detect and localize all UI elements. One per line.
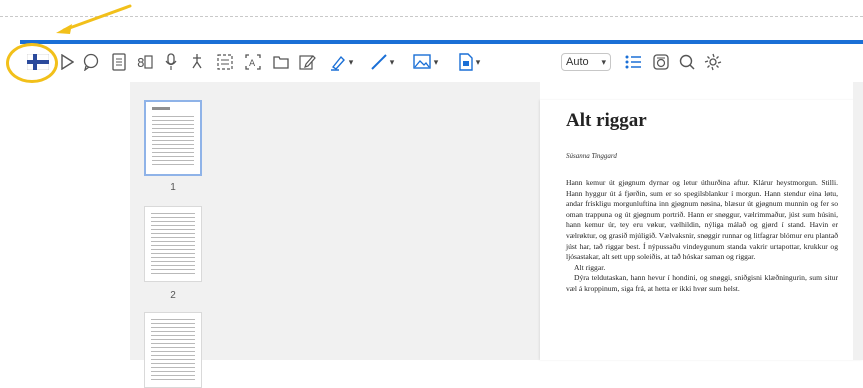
flag-icon[interactable]	[26, 51, 50, 73]
document-title: Alt riggar	[566, 110, 647, 131]
paragraph: Dýra teldutaskan, hann hevur í hondini, …	[566, 273, 838, 293]
screen-reader-icon[interactable]	[214, 51, 236, 73]
speech-bubble-icon[interactable]	[80, 51, 102, 73]
settings-icon[interactable]	[702, 51, 724, 73]
thumbnail-page-number: 1	[170, 182, 176, 193]
annotation-arrow	[56, 4, 132, 34]
page-thumbnail[interactable]	[144, 100, 202, 176]
document-author: Súsanna Tinggard	[566, 152, 617, 160]
translate-icon[interactable]: A	[242, 51, 264, 73]
page-thumbnail[interactable]	[144, 206, 202, 282]
dictionary-icon[interactable]	[108, 51, 130, 73]
list-icon[interactable]	[622, 51, 644, 73]
zoom-value: Auto	[566, 56, 589, 68]
highlighter-icon[interactable]: ▾	[324, 51, 358, 73]
folder-icon[interactable]	[270, 51, 292, 73]
scroll-edge	[853, 82, 863, 360]
chevron-down-icon: ▾	[389, 56, 395, 67]
paragraph: Hann kemur út gjøgnum dyrnar og letur út…	[566, 178, 838, 262]
toolbar: 8 A ▾ ▾ ▾ ▾ Auto ▾	[20, 44, 863, 78]
svg-text:8: 8	[137, 56, 145, 70]
document-icon[interactable]: ▾	[450, 51, 488, 73]
ear-icon[interactable]	[186, 51, 208, 73]
chevron-down-icon: ▾	[475, 56, 481, 67]
document-page: Alt riggar Súsanna Tinggard Hann kemur ú…	[540, 100, 863, 360]
zoom-select[interactable]: Auto ▾	[561, 53, 611, 71]
chevron-down-icon: ▾	[601, 56, 606, 67]
play-icon[interactable]	[58, 51, 76, 73]
thumbnail-title	[152, 107, 170, 110]
chevron-down-icon: ▾	[433, 56, 439, 67]
thumbnail-page-number: 2	[170, 290, 176, 301]
thumbnail-lines	[151, 213, 195, 275]
microphone-icon[interactable]	[160, 51, 182, 73]
document-body: Hann kemur út gjøgnum dyrnar og letur út…	[566, 178, 838, 295]
thumbnail-sidebar: 1 2	[130, 82, 360, 388]
syllables-icon[interactable]: 8	[134, 51, 156, 73]
page-thumbnail[interactable]	[144, 312, 202, 388]
line-icon[interactable]: ▾	[364, 51, 400, 73]
chevron-down-icon: ▾	[348, 56, 354, 67]
camera-icon[interactable]	[650, 51, 672, 73]
image-icon[interactable]: ▾	[406, 51, 444, 73]
search-icon[interactable]	[676, 51, 698, 73]
edit-icon[interactable]	[296, 51, 318, 73]
paragraph: Alt riggar.	[574, 262, 606, 272]
document-gutter	[360, 82, 540, 360]
thumbnail-lines	[152, 116, 194, 168]
svg-text:A: A	[249, 59, 256, 69]
thumbnail-lines	[151, 319, 195, 381]
